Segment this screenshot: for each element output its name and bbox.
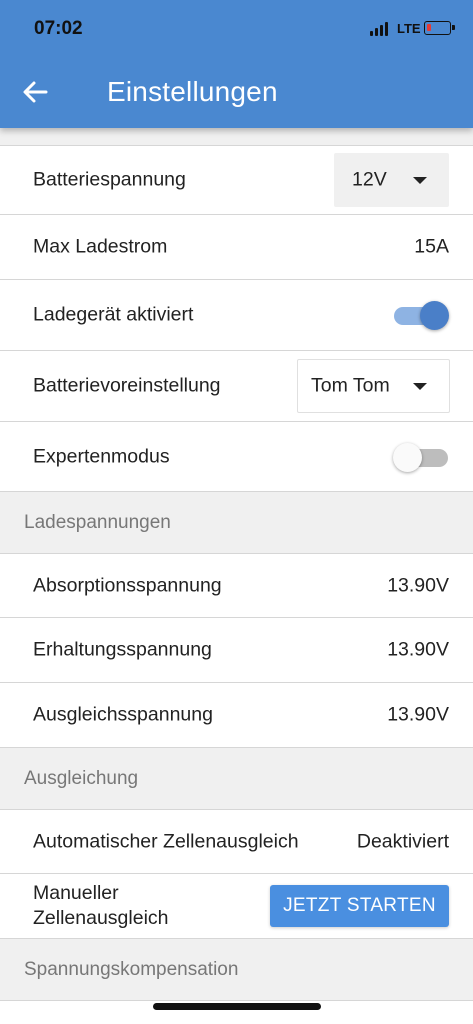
equalization-voltage-value: 13.90V	[387, 703, 449, 726]
charger-enabled-toggle[interactable]	[393, 300, 449, 330]
battery-low-icon	[424, 21, 455, 35]
charger-enabled-label: Ladegerät aktiviert	[33, 303, 194, 326]
signal-bars-icon	[370, 22, 390, 36]
max-current-label: Max Ladestrom	[33, 235, 168, 258]
back-button[interactable]	[20, 76, 52, 108]
charger-enabled-row: Ladegerät aktiviert	[0, 279, 473, 350]
max-current-row[interactable]: Max Ladestrom 15A	[0, 214, 473, 279]
battery-preset-select[interactable]: Tom Tom	[297, 359, 450, 413]
auto-equalization-value: Deaktiviert	[356, 830, 449, 852]
start-now-button[interactable]: JETZT STARTEN	[270, 885, 449, 927]
expert-mode-label: Expertenmodus	[33, 445, 170, 467]
equalization-voltage-label: Ausgleichsspannung	[33, 703, 213, 726]
section-header-compensation: Spannungskompensation	[0, 938, 473, 1000]
section-title: Spannungskompensation	[24, 958, 239, 980]
absorption-voltage-row[interactable]: Absorptionsspannung 13.90V	[0, 553, 473, 617]
battery-voltage-value: 12V	[352, 168, 387, 191]
status-time: 07:02	[34, 18, 83, 39]
manual-equalization-row: Manueller Zellenausgleich JETZT STARTEN	[0, 873, 473, 938]
network-type: LTE	[397, 21, 421, 36]
float-voltage-value: 13.90V	[387, 638, 449, 661]
float-voltage-row[interactable]: Erhaltungsspannung 13.90V	[0, 617, 473, 682]
battery-voltage-select[interactable]: 12V	[334, 153, 449, 207]
battery-voltage-row: Batteriespannung 12V	[0, 145, 473, 214]
settings-list: Batteriespannung 12V Max Ladestrom 15A L…	[0, 128, 473, 1000]
float-voltage-label: Erhaltungsspannung	[33, 638, 212, 661]
section-title: Ladespannungen	[24, 511, 171, 533]
caret-down-icon	[413, 383, 427, 390]
max-current-value: 15A	[414, 235, 449, 258]
battery-voltage-label: Batteriespannung	[33, 168, 186, 191]
caret-down-icon	[413, 177, 427, 184]
manual-equalization-label-line2: Zellenausgleich	[33, 907, 169, 929]
absorption-voltage-label: Absorptionsspannung	[33, 574, 222, 596]
page-title: Einstellungen	[107, 76, 278, 107]
auto-equalization-label: Automatischer Zellenausgleich	[33, 830, 299, 852]
battery-preset-row: Batterievoreinstellung Tom Tom	[0, 350, 473, 421]
absorption-voltage-value: 13.90V	[387, 574, 449, 596]
status-bar: 07:02 LTE	[0, 0, 473, 58]
arrow-left-icon	[23, 81, 48, 103]
expert-mode-toggle[interactable]	[393, 442, 449, 472]
battery-preset-value: Tom Tom	[311, 374, 390, 397]
battery-preset-label: Batterievoreinstellung	[33, 374, 221, 397]
section-header-charge-voltages: Ladespannungen	[0, 491, 473, 553]
expert-mode-row: Expertenmodus	[0, 421, 473, 491]
manual-equalization-label-line1: Manueller	[33, 882, 119, 904]
section-title: Ausgleichung	[24, 767, 139, 789]
equalization-voltage-row[interactable]: Ausgleichsspannung 13.90V	[0, 682, 473, 747]
auto-equalization-row[interactable]: Automatischer Zellenausgleich Deaktivier…	[0, 809, 473, 873]
section-header-equalizing: Ausgleichung	[0, 747, 473, 809]
home-indicator[interactable]	[153, 1003, 321, 1010]
app-header: 07:02 LTE Einstellungen	[0, 0, 473, 128]
manual-equalization-label: Manueller Zellenausgleich	[33, 881, 169, 931]
